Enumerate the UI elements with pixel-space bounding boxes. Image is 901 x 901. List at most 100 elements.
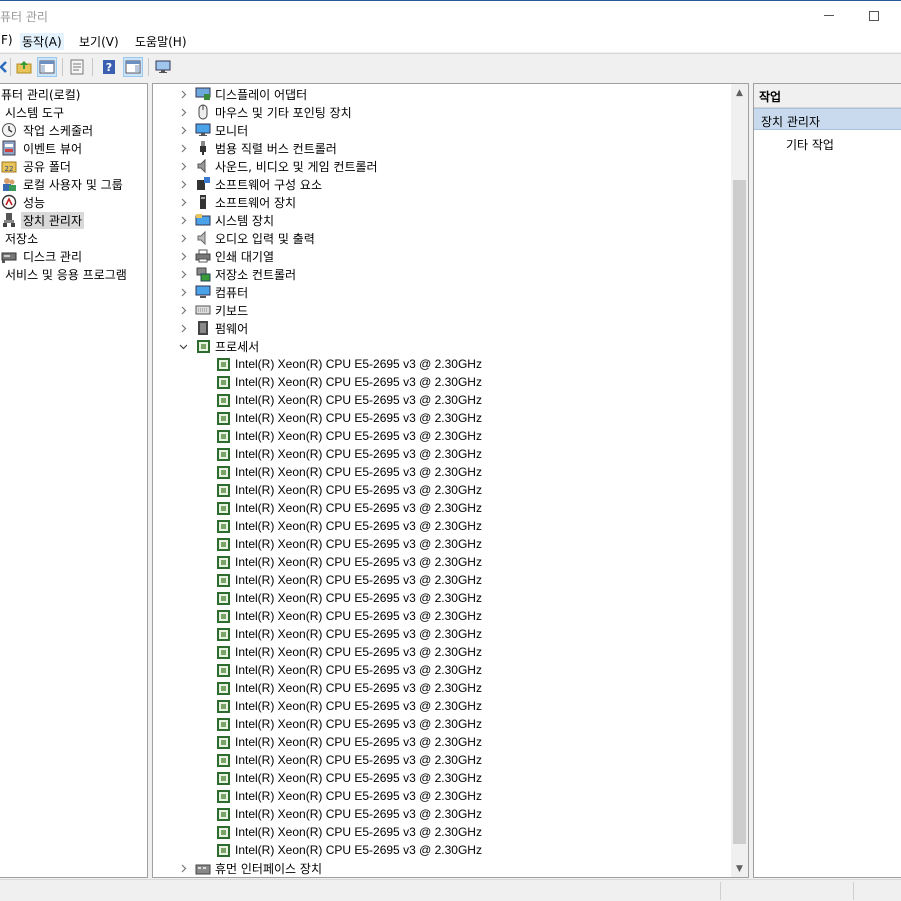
tree-item-device-manager[interactable]: 장치 관리자 — [1, 211, 85, 229]
device-category-row[interactable]: 펌웨어 — [177, 319, 248, 337]
device-category-row[interactable]: 디스플레이 어댑터 — [177, 85, 307, 103]
processor-item[interactable]: Intel(R) Xeon(R) CPU E5-2695 v3 @ 2.30GH… — [215, 571, 482, 589]
tree-item-system-tools[interactable]: 시스템 도구 — [3, 103, 66, 121]
processor-item[interactable]: Intel(R) Xeon(R) CPU E5-2695 v3 @ 2.30GH… — [215, 697, 482, 715]
processor-icon — [215, 662, 231, 678]
chevron-right-icon[interactable] — [177, 196, 189, 208]
processor-item[interactable]: Intel(R) Xeon(R) CPU E5-2695 v3 @ 2.30GH… — [215, 715, 482, 733]
processor-icon — [215, 518, 231, 534]
minimize-button[interactable] — [806, 1, 852, 30]
tree-item-storage[interactable]: 저장소 — [3, 229, 40, 247]
action-more-actions[interactable]: 기타 작업 — [786, 136, 834, 153]
processor-item[interactable]: Intel(R) Xeon(R) CPU E5-2695 v3 @ 2.30GH… — [215, 373, 482, 391]
processor-item[interactable]: Intel(R) Xeon(R) CPU E5-2695 v3 @ 2.30GH… — [215, 751, 482, 769]
chevron-right-icon[interactable] — [177, 160, 189, 172]
show-action-pane-button[interactable] — [123, 57, 143, 77]
device-category-row[interactable]: 오디오 입력 및 출력 — [177, 229, 315, 247]
chevron-right-icon[interactable] — [177, 304, 189, 316]
processor-item[interactable]: Intel(R) Xeon(R) CPU E5-2695 v3 @ 2.30GH… — [215, 679, 482, 697]
back-button[interactable] — [0, 57, 14, 77]
chevron-right-icon[interactable] — [177, 88, 189, 100]
tree-item-computer-management[interactable]: 퓨터 관리(로컬) — [0, 85, 82, 103]
device-category-row[interactable]: 휴먼 인터페이스 장치 — [177, 859, 322, 877]
processor-item[interactable]: Intel(R) Xeon(R) CPU E5-2695 v3 @ 2.30GH… — [215, 805, 482, 823]
processor-item[interactable]: Intel(R) Xeon(R) CPU E5-2695 v3 @ 2.30GH… — [215, 427, 482, 445]
processor-item[interactable]: Intel(R) Xeon(R) CPU E5-2695 v3 @ 2.30GH… — [215, 409, 482, 427]
processor-icon — [215, 644, 231, 660]
processor-item[interactable]: Intel(R) Xeon(R) CPU E5-2695 v3 @ 2.30GH… — [215, 733, 482, 751]
processor-item[interactable]: Intel(R) Xeon(R) CPU E5-2695 v3 @ 2.30GH… — [215, 661, 482, 679]
processor-label: Intel(R) Xeon(R) CPU E5-2695 v3 @ 2.30GH… — [235, 573, 482, 587]
tree-item-disk-management[interactable]: 디스크 관리 — [1, 247, 84, 265]
tree-item-label: 로컬 사용자 및 그룹 — [23, 177, 123, 192]
processor-item[interactable]: Intel(R) Xeon(R) CPU E5-2695 v3 @ 2.30GH… — [215, 499, 482, 517]
device-category-row[interactable]: 사운드, 비디오 및 게임 컨트롤러 — [177, 157, 378, 175]
scan-hardware-button[interactable] — [153, 57, 173, 77]
processor-item[interactable]: Intel(R) Xeon(R) CPU E5-2695 v3 @ 2.30GH… — [215, 643, 482, 661]
chevron-down-icon[interactable] — [177, 340, 189, 352]
processor-item[interactable]: Intel(R) Xeon(R) CPU E5-2695 v3 @ 2.30GH… — [215, 535, 482, 553]
processor-item[interactable]: Intel(R) Xeon(R) CPU E5-2695 v3 @ 2.30GH… — [215, 517, 482, 535]
tree-item-event-viewer[interactable]: 이벤트 뷰어 — [1, 139, 84, 157]
show-hide-tree-button[interactable] — [37, 57, 57, 77]
chevron-right-icon[interactable] — [177, 862, 189, 874]
chevron-right-icon[interactable] — [177, 124, 189, 136]
event-viewer-icon — [1, 140, 17, 156]
menu-action[interactable]: 동작(A) — [20, 33, 64, 50]
device-category-row[interactable]: 프로세서 — [177, 337, 259, 355]
processor-item[interactable]: Intel(R) Xeon(R) CPU E5-2695 v3 @ 2.30GH… — [215, 625, 482, 643]
device-category-row[interactable]: 저장소 컨트롤러 — [177, 265, 296, 283]
device-category-row[interactable]: 모니터 — [177, 121, 248, 139]
device-category-row[interactable]: 인쇄 대기열 — [177, 247, 274, 265]
tree-item-task-scheduler[interactable]: 작업 스케줄러 — [1, 121, 95, 139]
scroll-down-button[interactable]: ▼ — [731, 860, 748, 877]
chevron-right-icon[interactable] — [177, 232, 189, 244]
chevron-right-icon[interactable] — [177, 214, 189, 226]
device-category-row[interactable]: 키보드 — [177, 301, 248, 319]
help-button[interactable]: ? — [99, 57, 119, 77]
processor-item[interactable]: Intel(R) Xeon(R) CPU E5-2695 v3 @ 2.30GH… — [215, 481, 482, 499]
processor-item[interactable]: Intel(R) Xeon(R) CPU E5-2695 v3 @ 2.30GH… — [215, 841, 482, 859]
device-category-row[interactable]: 소프트웨어 장치 — [177, 193, 296, 211]
device-category-row[interactable]: 범용 직렬 버스 컨트롤러 — [177, 139, 337, 157]
maximize-button[interactable] — [851, 1, 897, 30]
tree-item-performance[interactable]: 성능 — [1, 193, 47, 211]
scroll-up-button[interactable]: ▲ — [731, 84, 748, 101]
processor-item[interactable]: Intel(R) Xeon(R) CPU E5-2695 v3 @ 2.30GH… — [215, 769, 482, 787]
processor-item[interactable]: Intel(R) Xeon(R) CPU E5-2695 v3 @ 2.30GH… — [215, 391, 482, 409]
tree-item-shared-folders[interactable]: 22 공유 폴더 — [1, 157, 73, 175]
processor-icon — [215, 536, 231, 552]
chevron-right-icon[interactable] — [177, 268, 189, 280]
properties-button[interactable] — [67, 57, 87, 77]
device-category-row[interactable]: 소프트웨어 구성 요소 — [177, 175, 322, 193]
processor-item[interactable]: Intel(R) Xeon(R) CPU E5-2695 v3 @ 2.30GH… — [215, 553, 482, 571]
processor-item[interactable]: Intel(R) Xeon(R) CPU E5-2695 v3 @ 2.30GH… — [215, 355, 482, 373]
action-section-device-manager[interactable]: 장치 관리자 — [754, 108, 901, 130]
device-category-row[interactable]: 마우스 및 기타 포인팅 장치 — [177, 103, 352, 121]
processor-item[interactable]: Intel(R) Xeon(R) CPU E5-2695 v3 @ 2.30GH… — [215, 823, 482, 841]
device-category-row[interactable]: 컴퓨터 — [177, 283, 248, 301]
menu-file[interactable]: F) — [0, 33, 15, 50]
processor-item[interactable]: Intel(R) Xeon(R) CPU E5-2695 v3 @ 2.30GH… — [215, 463, 482, 481]
chevron-right-icon[interactable] — [177, 286, 189, 298]
processor-item[interactable]: Intel(R) Xeon(R) CPU E5-2695 v3 @ 2.30GH… — [215, 445, 482, 463]
device-category-row[interactable]: 시스템 장치 — [177, 211, 274, 229]
processor-item[interactable]: Intel(R) Xeon(R) CPU E5-2695 v3 @ 2.30GH… — [215, 589, 482, 607]
menu-help[interactable]: 도움말(H) — [133, 33, 189, 50]
chevron-right-icon[interactable] — [177, 322, 189, 334]
tree-item-services-applications[interactable]: 서비스 및 응용 프로그램 — [3, 265, 129, 283]
processor-label: Intel(R) Xeon(R) CPU E5-2695 v3 @ 2.30GH… — [235, 375, 482, 389]
firmware-icon — [195, 320, 211, 336]
processor-item[interactable]: Intel(R) Xeon(R) CPU E5-2695 v3 @ 2.30GH… — [215, 787, 482, 805]
menu-view[interactable]: 보기(V) — [77, 33, 121, 50]
vertical-scrollbar[interactable]: ▲ ▼ — [731, 84, 748, 877]
up-folder-button[interactable] — [14, 57, 34, 77]
chevron-right-icon[interactable] — [177, 106, 189, 118]
scroll-thumb[interactable] — [733, 180, 746, 844]
processor-item[interactable]: Intel(R) Xeon(R) CPU E5-2695 v3 @ 2.30GH… — [215, 607, 482, 625]
menu-bar: F) 동작(A) 보기(V) 도움말(H) — [0, 30, 901, 52]
chevron-right-icon[interactable] — [177, 142, 189, 154]
tree-item-local-users-groups[interactable]: 로컬 사용자 및 그룹 — [1, 175, 125, 193]
chevron-right-icon[interactable] — [177, 250, 189, 262]
chevron-right-icon[interactable] — [177, 178, 189, 190]
